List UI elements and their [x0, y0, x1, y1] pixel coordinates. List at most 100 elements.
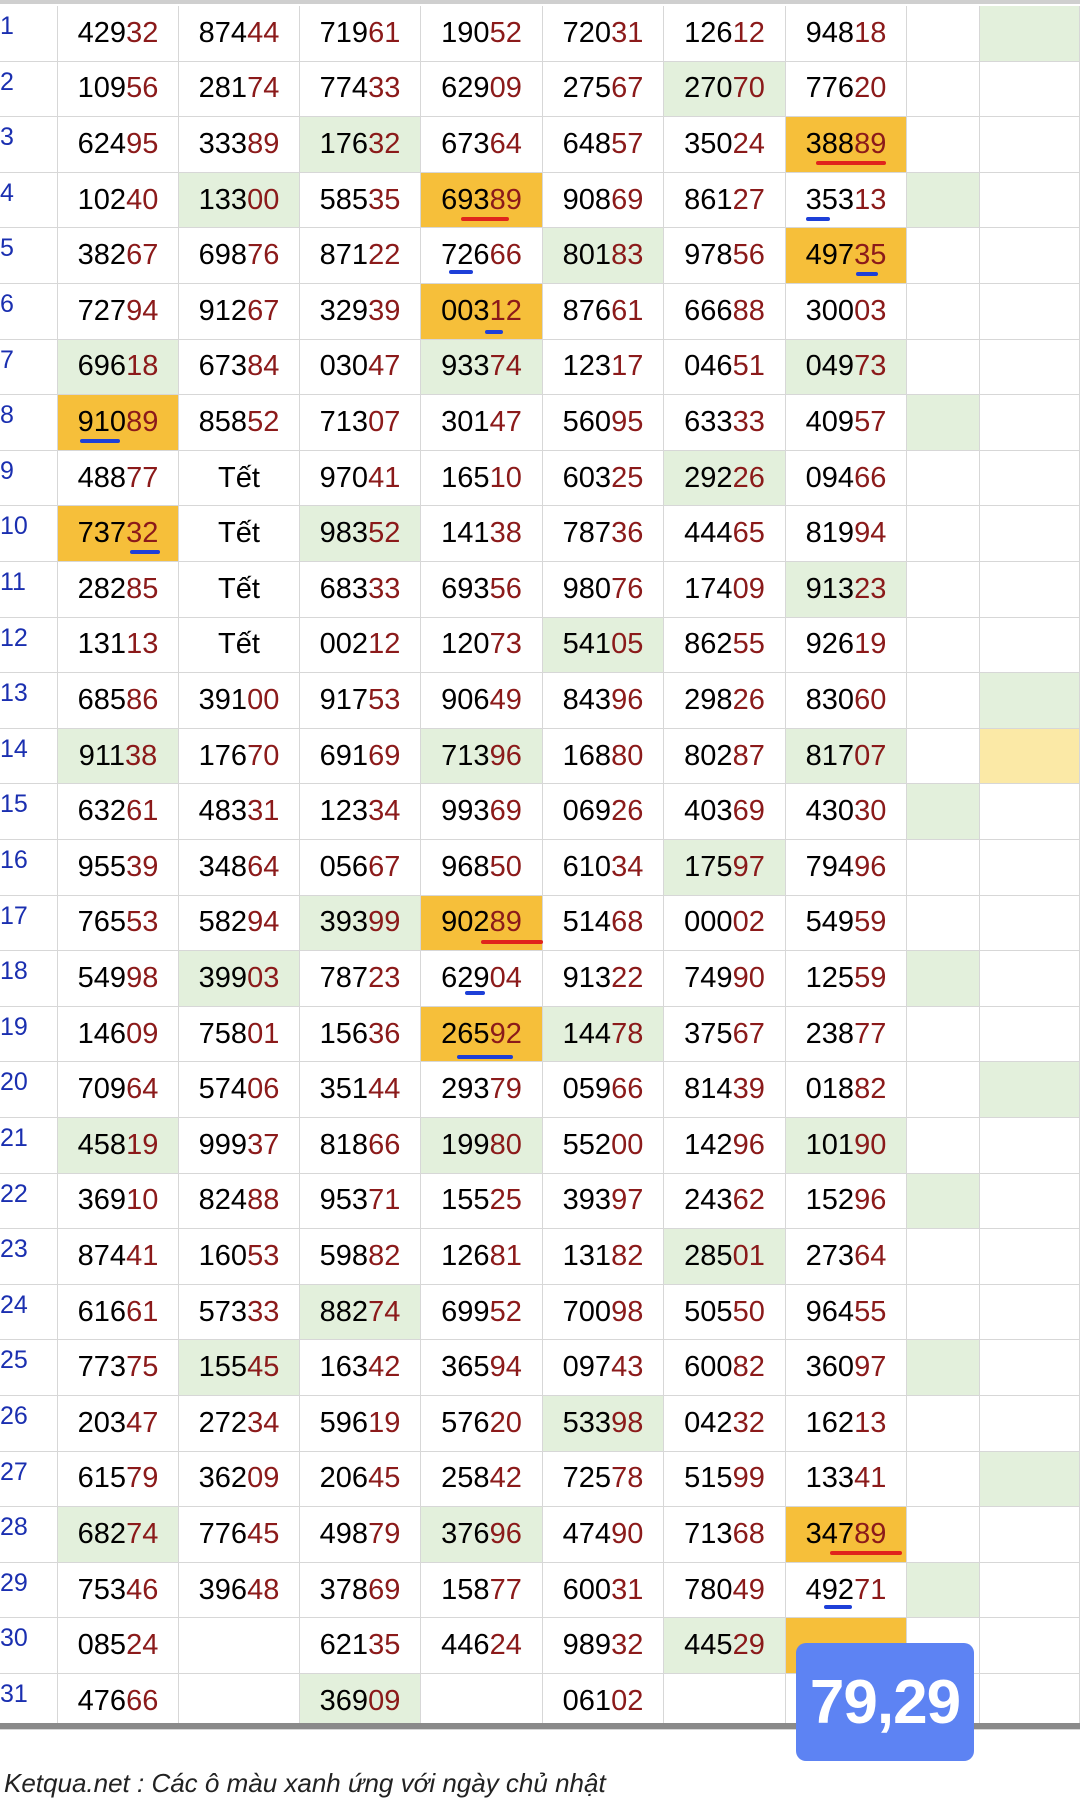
result-cell[interactable]: 765 53	[58, 895, 179, 952]
result-cell[interactable]: 123 34	[300, 784, 421, 840]
result-cell[interactable]: 683 33	[300, 562, 421, 618]
extra-cell[interactable]	[980, 673, 1080, 729]
extra-cell[interactable]	[907, 228, 980, 284]
result-cell[interactable]: 696 18	[58, 339, 179, 396]
extra-cell[interactable]	[980, 506, 1080, 562]
extra-cell[interactable]	[980, 117, 1080, 173]
result-cell[interactable]: 059 66	[543, 1062, 664, 1118]
result-cell[interactable]: 497 35	[786, 228, 907, 284]
result-cell[interactable]: 596 19	[300, 1396, 421, 1452]
result-cell[interactable]: 600 82	[664, 1340, 786, 1396]
extra-cell[interactable]	[980, 784, 1080, 840]
result-cell[interactable]	[664, 1674, 786, 1730]
result-cell[interactable]: 993 69	[421, 784, 543, 840]
result-cell[interactable]: 610 34	[543, 840, 664, 896]
result-cell[interactable]: 801 83	[543, 228, 664, 284]
extra-cell[interactable]	[907, 1229, 980, 1285]
result-cell[interactable]: 492 71	[786, 1562, 907, 1619]
result-cell[interactable]: 348 64	[179, 840, 300, 896]
result-cell[interactable]	[179, 1618, 300, 1674]
result-cell[interactable]: 353 13	[786, 172, 907, 229]
result-cell[interactable]: 824 88	[179, 1173, 300, 1230]
extra-cell[interactable]	[980, 1674, 1080, 1730]
result-cell[interactable]: 913 22	[543, 951, 664, 1007]
result-cell[interactable]: 615 79	[58, 1451, 179, 1508]
result-cell[interactable]: 871 22	[300, 228, 421, 284]
result-cell[interactable]: 206 45	[300, 1451, 421, 1508]
result-cell[interactable]: 329 39	[300, 284, 421, 340]
result-cell[interactable]: 133 00	[179, 172, 300, 229]
result-cell[interactable]: 685 86	[58, 673, 179, 729]
result-cell[interactable]: 691 69	[300, 728, 421, 785]
result-cell[interactable]: 970 41	[300, 450, 421, 507]
extra-cell[interactable]	[907, 450, 980, 507]
result-cell[interactable]: 458 19	[58, 1118, 179, 1174]
result-cell[interactable]: 999 37	[179, 1118, 300, 1174]
result-cell[interactable]: 393 97	[543, 1173, 664, 1230]
extra-cell[interactable]	[980, 228, 1080, 284]
result-cell[interactable]: 123 17	[543, 339, 664, 396]
extra-cell[interactable]	[907, 6, 980, 62]
result-cell[interactable]: 445 29	[664, 1618, 786, 1674]
result-cell[interactable]: 953 71	[300, 1173, 421, 1230]
result-cell[interactable]: 152 96	[786, 1173, 907, 1230]
result-cell[interactable]: 133 41	[786, 1451, 907, 1508]
result-cell[interactable]: 376 96	[421, 1507, 543, 1563]
result-cell[interactable]: 774 33	[300, 61, 421, 118]
result-cell[interactable]: 514 68	[543, 895, 664, 952]
result-cell[interactable]: 094 66	[786, 450, 907, 507]
result-cell[interactable]: 633 33	[664, 395, 786, 451]
result-cell[interactable]: 874 44	[179, 6, 300, 62]
extra-cell[interactable]	[980, 895, 1080, 952]
result-cell[interactable]: 165 10	[421, 450, 543, 507]
result-cell[interactable]: 155 25	[421, 1173, 543, 1230]
result-cell[interactable]: 042 32	[664, 1396, 786, 1452]
result-cell[interactable]: 158 77	[421, 1562, 543, 1619]
result-cell[interactable]: 648 57	[543, 117, 664, 173]
result-cell[interactable]: 142 96	[664, 1118, 786, 1174]
extra-cell[interactable]	[980, 1396, 1080, 1452]
result-cell[interactable]: 238 77	[786, 1006, 907, 1063]
result-cell[interactable]: 396 48	[179, 1562, 300, 1619]
result-cell[interactable]: 301 47	[421, 395, 543, 451]
extra-cell[interactable]	[980, 1451, 1080, 1508]
result-cell[interactable]: 948 18	[786, 6, 907, 62]
result-cell[interactable]: 749 90	[664, 951, 786, 1007]
result-cell[interactable]: 726 66	[421, 228, 543, 284]
extra-cell[interactable]	[907, 1562, 980, 1619]
result-cell[interactable]: 713 07	[300, 395, 421, 451]
extra-cell[interactable]	[980, 1118, 1080, 1174]
result-cell[interactable]: 056 67	[300, 840, 421, 896]
result-cell[interactable]: 125 59	[786, 951, 907, 1007]
result-cell[interactable]: 533 98	[543, 1396, 664, 1452]
result-cell[interactable]: 162 13	[786, 1396, 907, 1452]
extra-cell[interactable]	[907, 728, 980, 785]
result-cell[interactable]: 282 85	[58, 562, 179, 618]
result-cell[interactable]: 163 42	[300, 1340, 421, 1396]
extra-cell[interactable]	[980, 728, 1080, 785]
result-cell[interactable]: 911 38	[58, 728, 179, 785]
extra-cell[interactable]	[980, 1173, 1080, 1230]
result-cell[interactable]: 874 41	[58, 1229, 179, 1285]
result-cell[interactable]: 444 65	[664, 506, 786, 562]
extra-cell[interactable]	[907, 117, 980, 173]
extra-cell[interactable]	[980, 450, 1080, 507]
extra-cell[interactable]	[907, 895, 980, 952]
result-cell[interactable]: 632 61	[58, 784, 179, 840]
result-cell[interactable]: Tết	[179, 506, 300, 562]
result-cell[interactable]: 549 98	[58, 951, 179, 1007]
result-cell[interactable]: 725 78	[543, 1451, 664, 1508]
extra-cell[interactable]	[907, 840, 980, 896]
result-cell[interactable]: 203 47	[58, 1396, 179, 1452]
result-cell[interactable]: 758 01	[179, 1006, 300, 1063]
result-cell[interactable]: 030 47	[300, 339, 421, 396]
result-cell[interactable]: 300 03	[786, 284, 907, 340]
result-cell[interactable]: 598 82	[300, 1229, 421, 1285]
result-cell[interactable]: 018 82	[786, 1062, 907, 1118]
result-cell[interactable]: 155 45	[179, 1340, 300, 1396]
result-cell[interactable]: 109 56	[58, 61, 179, 118]
extra-cell[interactable]	[980, 1618, 1080, 1674]
result-cell[interactable]: 699 52	[421, 1284, 543, 1341]
result-cell[interactable]: 552 00	[543, 1118, 664, 1174]
result-cell[interactable]: 600 31	[543, 1562, 664, 1619]
